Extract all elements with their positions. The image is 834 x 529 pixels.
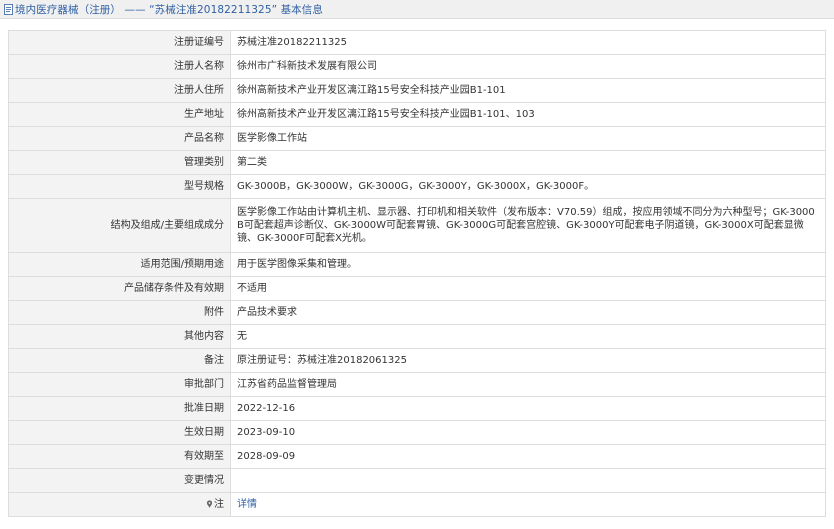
row-value: 徐州高新技术产业开发区漓江路15号安全科技产业园B1-101 xyxy=(230,78,826,103)
row-label: 产品储存条件及有效期 xyxy=(8,276,231,301)
table-row: 生产地址 徐州高新技术产业开发区漓江路15号安全科技产业园B1-101、103 xyxy=(8,102,826,127)
table-row: 生效日期 2023-09-10 xyxy=(8,420,826,445)
row-label: 批准日期 xyxy=(8,396,231,421)
note-value-cell: 详情 xyxy=(230,492,826,517)
row-value: 医学影像工作站由计算机主机、显示器、打印机和相关软件（发布版本：V70.59）组… xyxy=(230,198,826,253)
row-label: 备注 xyxy=(8,348,231,373)
row-label: 生效日期 xyxy=(8,420,231,445)
row-value: 江苏省药品监督管理局 xyxy=(230,372,826,397)
page-title: 境内医疗器械（注册） —— “苏械注准20182211325” 基本信息 xyxy=(15,3,323,16)
row-value: 医学影像工作站 xyxy=(230,126,826,151)
table-row: 产品名称 医学影像工作站 xyxy=(8,126,826,151)
table-row: 其他内容 无 xyxy=(8,324,826,349)
table-row: 注册人住所 徐州高新技术产业开发区漓江路15号安全科技产业园B1-101 xyxy=(8,78,826,103)
row-value: 2028-09-09 xyxy=(230,444,826,469)
table-row: 备注 原注册证号：苏械注准20182061325 xyxy=(8,348,826,373)
row-value: 第二类 xyxy=(230,150,826,175)
table-row: 注册人名称 徐州市广科新技术发展有限公司 xyxy=(8,54,826,79)
note-label-cell: 注 xyxy=(8,492,231,517)
row-value: 无 xyxy=(230,324,826,349)
note-label: 注 xyxy=(214,499,224,510)
row-value: 2023-09-10 xyxy=(230,420,826,445)
table-row: 变更情况 xyxy=(8,468,826,493)
row-label: 有效期至 xyxy=(8,444,231,469)
table-row: 有效期至 2028-09-09 xyxy=(8,444,826,469)
row-label: 变更情况 xyxy=(8,468,231,493)
row-label: 注册人名称 xyxy=(8,54,231,79)
table-row: 产品储存条件及有效期 不适用 xyxy=(8,276,826,301)
table-row: 适用范围/预期用途 用于医学图像采集和管理。 xyxy=(8,252,826,277)
registration-detail-table: 注册证编号 苏械注准20182211325 注册人名称 徐州市广科新技术发展有限… xyxy=(8,30,826,517)
row-label: 附件 xyxy=(8,300,231,325)
row-label: 生产地址 xyxy=(8,102,231,127)
row-label: 注册证编号 xyxy=(8,30,231,55)
row-label: 审批部门 xyxy=(8,372,231,397)
row-value xyxy=(230,468,826,493)
row-value: 不适用 xyxy=(230,276,826,301)
row-value: GK-3000B，GK-3000W，GK-3000G，GK-3000Y，GK-3… xyxy=(230,174,826,199)
row-label: 型号规格 xyxy=(8,174,231,199)
table-row: 注册证编号 苏械注准20182211325 xyxy=(8,30,826,55)
row-value: 原注册证号：苏械注准20182061325 xyxy=(230,348,826,373)
note-row: 注 详情 xyxy=(8,492,826,517)
row-value: 徐州高新技术产业开发区漓江路15号安全科技产业园B1-101、103 xyxy=(230,102,826,127)
table-row: 管理类别 第二类 xyxy=(8,150,826,175)
row-label: 产品名称 xyxy=(8,126,231,151)
row-label: 其他内容 xyxy=(8,324,231,349)
table-row: 结构及组成/主要组成成分 医学影像工作站由计算机主机、显示器、打印机和相关软件（… xyxy=(8,198,826,253)
row-value: 徐州市广科新技术发展有限公司 xyxy=(230,54,826,79)
row-value: 苏械注准20182211325 xyxy=(230,30,826,55)
document-icon xyxy=(4,3,13,15)
table-row: 附件 产品技术要求 xyxy=(8,300,826,325)
row-value: 2022-12-16 xyxy=(230,396,826,421)
table-row: 批准日期 2022-12-16 xyxy=(8,396,826,421)
row-label: 注册人住所 xyxy=(8,78,231,103)
row-label: 管理类别 xyxy=(8,150,231,175)
row-label: 适用范围/预期用途 xyxy=(8,252,231,277)
row-value: 产品技术要求 xyxy=(230,300,826,325)
page-header: 境内医疗器械（注册） —— “苏械注准20182211325” 基本信息 xyxy=(0,0,834,19)
row-value: 用于医学图像采集和管理。 xyxy=(230,252,826,277)
row-label: 结构及组成/主要组成成分 xyxy=(8,198,231,253)
table-row: 型号规格 GK-3000B，GK-3000W，GK-3000G，GK-3000Y… xyxy=(8,174,826,199)
location-pin-icon xyxy=(206,500,213,508)
details-link[interactable]: 详情 xyxy=(237,499,257,510)
table-row: 审批部门 江苏省药品监督管理局 xyxy=(8,372,826,397)
